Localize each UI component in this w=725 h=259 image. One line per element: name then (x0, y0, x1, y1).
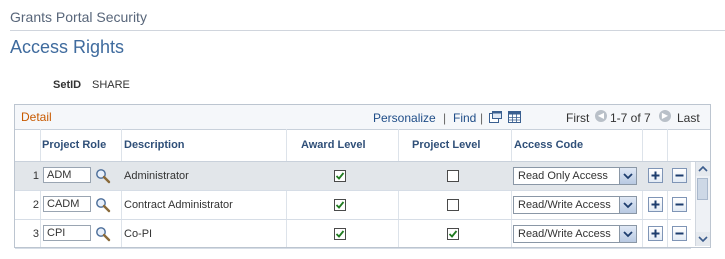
col-header-project-role[interactable]: Project Role (42, 129, 106, 161)
delete-row-button[interactable] (672, 226, 687, 241)
spreadsheet-icon[interactable] (508, 110, 521, 123)
add-row-button[interactable] (648, 226, 663, 241)
role-description: Co-PI (124, 228, 153, 240)
project-level-checkbox[interactable] (447, 199, 459, 211)
access-code-value: Read/Write Access (518, 228, 611, 240)
setid-label: SetID (53, 79, 82, 91)
row-range: 1-7 of 7 (610, 111, 651, 125)
magnifier-icon[interactable] (95, 226, 111, 242)
project-level-checkbox[interactable] (447, 228, 459, 240)
toolbar-separator: | (443, 111, 447, 125)
col-header-project-level[interactable]: Project Level (412, 129, 480, 161)
first-label: First (566, 111, 590, 125)
find-link[interactable]: Find (453, 111, 476, 125)
scroll-down-arrow-icon[interactable] (696, 232, 710, 246)
row-number: 2 (32, 199, 39, 211)
col-header-award-level[interactable]: Award Level (301, 129, 366, 161)
add-row-button[interactable] (648, 197, 663, 212)
last-label: Last (677, 111, 700, 125)
delete-row-button[interactable] (672, 168, 687, 183)
access-code-select[interactable]: Read/Write Access (513, 225, 637, 243)
project-role-input[interactable]: CPI (43, 225, 91, 241)
delete-row-button[interactable] (672, 197, 687, 212)
magnifier-icon[interactable] (95, 197, 111, 213)
app-title: Grants Portal Security (10, 9, 147, 25)
access-code-value: Read/Write Access (518, 199, 611, 211)
award-level-checkbox[interactable] (334, 199, 346, 211)
setid-value: SHARE (92, 79, 130, 91)
role-description: Administrator (124, 170, 189, 182)
grid-toolbar: Detail Personalize | Find | First ◀ 1-7 … (15, 105, 710, 130)
chevron-down-icon[interactable] (619, 197, 636, 213)
access-code-select[interactable]: Read Only Access (513, 167, 637, 185)
table-row: 1 ADM Administrator Read Only Access (15, 162, 691, 191)
project-role-input[interactable]: CADM (43, 196, 91, 212)
new-window-icon[interactable] (489, 110, 502, 123)
table-row: 3 CPI Co-PI Read/Write Access (15, 220, 691, 249)
personalize-link[interactable]: Personalize (373, 111, 436, 125)
scrollbar-thumb[interactable] (697, 178, 708, 200)
role-description: Contract Administrator (124, 199, 233, 211)
grid-caption: Detail (21, 110, 52, 124)
vertical-scrollbar[interactable] (695, 162, 710, 246)
row-number: 1 (32, 170, 39, 182)
access-code-value: Read Only Access (518, 170, 608, 182)
access-rights-grid: Detail Personalize | Find | First ◀ 1-7 … (14, 104, 711, 249)
chevron-down-icon[interactable] (619, 226, 636, 242)
project-role-input[interactable]: ADM (43, 167, 91, 183)
magnifier-icon[interactable] (95, 168, 111, 184)
row-number: 3 (32, 228, 39, 240)
scroll-up-arrow-icon[interactable] (696, 162, 710, 176)
add-row-button[interactable] (648, 168, 663, 183)
toolbar-separator: | (480, 111, 484, 125)
access-code-select[interactable]: Read/Write Access (513, 196, 637, 214)
title-divider (10, 30, 725, 31)
chevron-down-icon[interactable] (619, 168, 636, 184)
col-header-access-code[interactable]: Access Code (514, 129, 583, 161)
previous-arrow-icon[interactable]: ◀ (595, 110, 607, 122)
next-arrow-icon[interactable]: ▶ (659, 110, 671, 122)
table-row: 2 CADM Contract Administrator Read/Write… (15, 191, 691, 220)
award-level-checkbox[interactable] (334, 228, 346, 240)
page-title: Access Rights (10, 37, 125, 57)
col-header-description[interactable]: Description (124, 129, 185, 161)
project-level-checkbox[interactable] (447, 170, 459, 182)
award-level-checkbox[interactable] (334, 170, 346, 182)
